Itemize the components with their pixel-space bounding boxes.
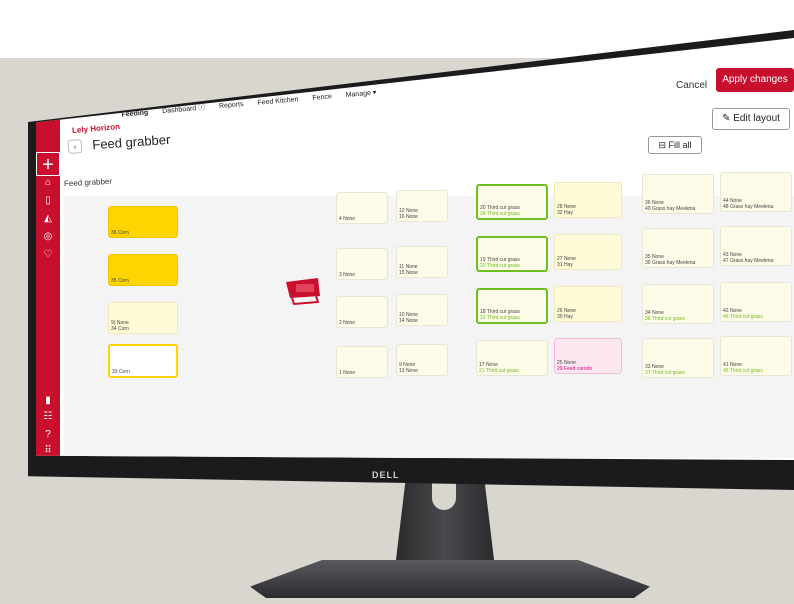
feed-slot-43[interactable]: 43 None 47 Grass hay Meekma (720, 226, 792, 266)
feed-slot-36b[interactable]: 36 None 40 Grass hay Meekma (642, 174, 714, 214)
feed-slot-12[interactable]: 12 None 16 None (396, 190, 448, 222)
user-icon[interactable]: ☷ (40, 410, 56, 424)
slot-label: 39 Grass hay Meekma (645, 260, 696, 266)
fill-all-button[interactable]: ⊟ Fill all (648, 136, 702, 154)
feed-grabber-icon (286, 278, 320, 306)
feed-slot-27[interactable]: 27 None 31 Hay (554, 234, 622, 270)
monitor-stand-cable-hole (432, 480, 456, 510)
barn-icon[interactable]: ▯ (40, 194, 56, 208)
feed-slot-11[interactable]: 11 None 15 None (396, 246, 448, 278)
slot-label: 36 Corn (111, 230, 129, 236)
feed-slot-4[interactable]: 4 None (336, 192, 388, 224)
feeding-icon[interactable]: ◭ (40, 212, 56, 226)
feed-slot-3[interactable]: 3 None (336, 248, 388, 280)
feed-slot-44[interactable]: 44 None 48 Grass hay Meekma (720, 172, 792, 212)
slot-label: 45 Third cut grass (723, 368, 763, 374)
app-brand: Lely Horizon (71, 121, 121, 136)
slot-label: 2 None (339, 320, 356, 326)
feed-slot-20[interactable]: 20 Third cut grass 24 Third cut grass (476, 184, 548, 220)
slot-label: 30 Hay (557, 314, 573, 320)
slot-label: 22 Third cut grass (480, 315, 520, 321)
slot-label: 21 Third cut grass (479, 368, 519, 374)
slot-label: 35 Corn (111, 278, 129, 284)
slot-label: 38 Third cut grass (645, 316, 685, 322)
section-label: Feed grabber (63, 176, 113, 189)
notifications-icon[interactable]: ▮ (40, 394, 56, 408)
feed-slot-41[interactable]: 41 None 45 Third cut grass (720, 336, 792, 376)
cow-icon[interactable]: ◎ (40, 230, 56, 244)
feed-slot-1[interactable]: 1 None (336, 346, 388, 378)
feed-slot-25[interactable]: 25 None 29 Feed carrots (554, 338, 622, 374)
feed-slot-34b[interactable]: 34 None 38 Third cut grass (642, 284, 714, 324)
slot-label: 46 Third cut grass (723, 314, 763, 320)
slot-label: 1 None (339, 370, 356, 376)
feed-slot-2[interactable]: 2 None (336, 296, 388, 328)
slot-label: 24 Third cut grass (480, 211, 520, 217)
feed-slot-10[interactable]: 10 None 14 None (396, 294, 448, 326)
nav-manage[interactable]: Manage ▾ (345, 89, 376, 99)
slot-label: 16 None (399, 214, 418, 220)
cancel-button[interactable]: Cancel (676, 80, 707, 91)
help-icon[interactable]: ? (40, 428, 56, 442)
fill-all-label: Fill all (668, 140, 692, 150)
feed-slot-28[interactable]: 28 None 32 Hay (554, 182, 622, 218)
add-icon[interactable]: + (36, 152, 60, 176)
feed-slot-19[interactable]: 19 Third cut grass 23 Third cut grass (476, 236, 548, 272)
page-title: Feed grabber (91, 132, 171, 153)
slot-label: 29 Feed carrots (557, 366, 593, 372)
slot-label: 47 Grass hay Meekma (723, 258, 774, 264)
monitor-stand-base (250, 560, 650, 598)
feed-slot-33[interactable]: 33 Corn (108, 344, 178, 378)
feed-slot-35b[interactable]: 35 None 39 Grass hay Meekma (642, 228, 714, 268)
back-button[interactable]: ‹ (67, 138, 83, 154)
slot-label: 14 None (399, 318, 418, 324)
slot-label: 4 None (339, 216, 356, 222)
slot-label: 37 Third cut grass (645, 370, 685, 376)
nav-fence[interactable]: Fence (312, 93, 332, 102)
edit-layout-button[interactable]: ✎ Edit layout (712, 108, 790, 130)
fill-icon: ⊟ (658, 140, 669, 150)
health-icon[interactable]: ♡ (40, 248, 56, 262)
slot-label: 33 Corn (112, 369, 130, 375)
feed-slot-26[interactable]: 26 None 30 Hay (554, 286, 622, 322)
home-icon[interactable]: ⌂ (40, 176, 56, 190)
slot-label: 48 Grass hay Meekma (723, 204, 774, 210)
slot-label: 40 Grass hay Meekma (645, 206, 696, 212)
nav-feed-kitchen[interactable]: Feed Kitchen (257, 96, 299, 107)
feed-slot-42[interactable]: 42 None 46 Third cut grass (720, 282, 792, 322)
slot-label: 3 None (339, 272, 356, 278)
feed-slot-34[interactable]: 9( None 34 Corn (108, 302, 178, 334)
slot-label: 34 Corn (111, 326, 129, 332)
slot-label: 31 Hay (557, 262, 573, 268)
feed-slot-9[interactable]: 9 None 13 None (396, 344, 448, 376)
slot-label: 23 Third cut grass (480, 263, 520, 269)
nav-reports[interactable]: Reports (219, 101, 244, 110)
page-title-row: ‹ Feed grabber (67, 131, 171, 156)
slot-label: 13 None (399, 368, 418, 374)
feed-slot-18[interactable]: 18 Third cut grass 22 Third cut grass (476, 288, 548, 324)
feed-slot-17[interactable]: 17 None 21 Third cut grass (476, 340, 548, 376)
edit-icon: ✎ (722, 113, 734, 124)
slot-label: 15 None (399, 270, 418, 276)
feed-slot-35[interactable]: 35 Corn (108, 254, 178, 286)
edit-layout-label: Edit layout (733, 113, 780, 124)
apply-changes-button[interactable]: Apply changes (716, 68, 794, 92)
slot-label: 32 Hay (557, 210, 573, 216)
feed-layout-canvas: 36 Corn 35 Corn 9( None 34 Corn 33 Corn 4… (64, 172, 794, 458)
feed-slot-33b[interactable]: 33 None 37 Third cut grass (642, 338, 714, 378)
feed-slot-36[interactable]: 36 Corn (108, 206, 178, 238)
monitor-logo: DELL (372, 470, 400, 480)
